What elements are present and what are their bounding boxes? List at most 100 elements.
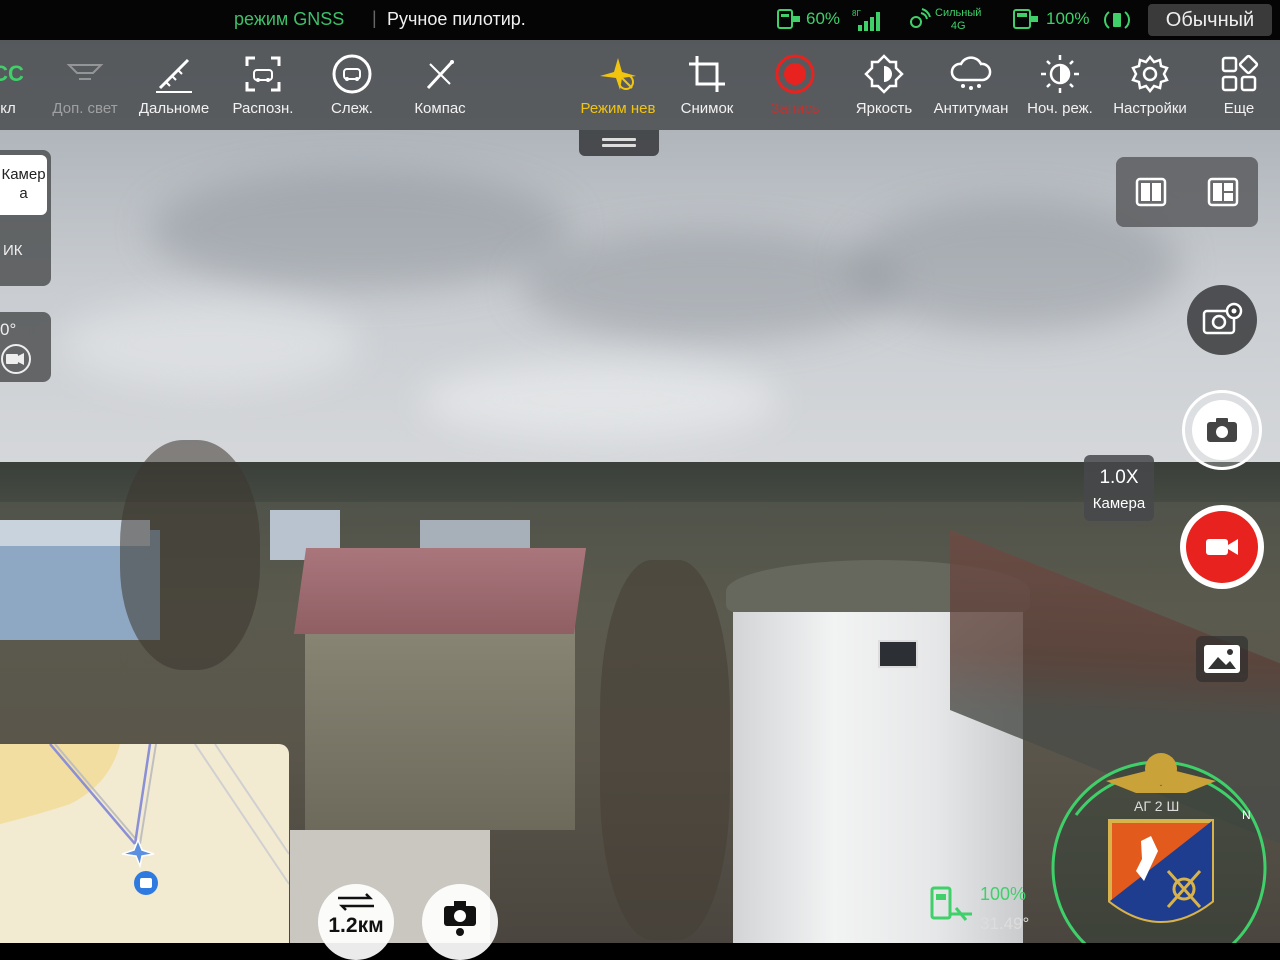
tool-brightness-label: Яркость	[855, 100, 913, 117]
signal-bars-icon: 8Г	[852, 9, 880, 31]
svg-text:N: N	[1242, 808, 1251, 822]
tool-settings[interactable]: Настройки	[1104, 40, 1196, 130]
apartment-roof	[293, 548, 587, 634]
status-separator: |	[372, 8, 377, 28]
tool-compass[interactable]: Компас	[404, 40, 476, 130]
photo-mode-button[interactable]	[1182, 390, 1262, 470]
tool-defog[interactable]: Антитуман	[928, 40, 1014, 130]
camera-settings-button[interactable]	[1187, 285, 1257, 355]
attitude-compass: N АГ 2 Ш	[1046, 753, 1272, 960]
gallery-button[interactable]	[1196, 636, 1248, 682]
tool-defog-label: Антитуман	[933, 100, 1009, 117]
tool-night-mode-label: Ноч. реж.	[1027, 100, 1093, 117]
tower-window	[878, 640, 918, 668]
toolbar-collapse-handle[interactable]	[579, 130, 659, 156]
more-icon	[1221, 54, 1259, 92]
police-emblem-logo: АГ 2 Ш	[1106, 753, 1216, 923]
broadcast-icon	[1104, 11, 1130, 29]
settings-icon	[1131, 54, 1169, 94]
emblem-text: АГ 2 Ш	[1134, 798, 1179, 814]
tool-record-label: Запись	[770, 100, 820, 117]
tool-stealth-mode-label: Режим нев	[580, 100, 656, 117]
controller-battery: 60%	[776, 7, 840, 31]
zoom-indicator[interactable]: 1.0X Камера	[1084, 455, 1154, 521]
tool-snapshot-label: Снимок	[680, 100, 734, 117]
tool-recognition[interactable]: Распозн.	[226, 40, 300, 130]
mini-map[interactable]	[0, 744, 289, 943]
drone-position-icon	[121, 838, 155, 868]
view-layout-switch	[1116, 157, 1258, 227]
gallery-icon	[1204, 645, 1240, 673]
map-camera-toggle[interactable]	[422, 884, 498, 960]
remote-id	[1102, 7, 1132, 33]
signal-strength: 8Г	[852, 7, 886, 33]
profile-mode-button[interactable]: Обычный	[1148, 4, 1272, 36]
record-icon	[775, 54, 815, 94]
tool-rangefinder-label: Дальноме	[138, 100, 210, 117]
top-toolbar: CC кл Доп. свет Дальноме Распозн. Слеж. …	[0, 40, 1280, 130]
signal-quality: Сильный	[935, 7, 982, 19]
record-video-button[interactable]	[1180, 505, 1264, 589]
gimbal-panel: 0°	[0, 312, 51, 382]
drone-battery-icon	[1013, 9, 1038, 29]
snapshot-icon	[689, 56, 725, 92]
aux-light-icon	[66, 64, 104, 80]
trees	[120, 440, 260, 670]
flight-mode: Ручное пилотир.	[387, 9, 526, 29]
tool-ccc[interactable]: CC кл	[0, 40, 28, 130]
telemetry-battery: 100%	[980, 884, 1027, 904]
ir-source-button[interactable]: ИК	[3, 242, 23, 259]
ccc-icon: CC	[0, 61, 24, 86]
tool-compass-label: Компас	[414, 100, 466, 117]
status-bar: режим GNSS | Ручное пилотир. 60% 8Г Силь…	[0, 0, 1280, 40]
split-view-icon[interactable]	[1135, 177, 1167, 207]
telemetry-angle: 31.49°	[980, 914, 1030, 933]
satellite-icon	[910, 8, 931, 28]
tool-ccc-label: кл	[0, 100, 16, 117]
brightness-icon	[864, 54, 904, 94]
tool-record[interactable]: Запись	[762, 40, 828, 130]
network-status: Сильный 4G	[905, 7, 981, 33]
tool-brightness[interactable]: Яркость	[846, 40, 922, 130]
tool-more[interactable]: Еще	[1212, 40, 1266, 130]
rangefinder-icon	[156, 58, 192, 93]
trees	[600, 560, 730, 940]
video-camera-icon	[1206, 539, 1238, 555]
controller-battery-value: 60%	[806, 9, 841, 28]
tool-aux-light[interactable]: Доп. свет	[45, 40, 125, 130]
tracking-icon	[332, 54, 372, 94]
tool-recognition-label: Распозн.	[232, 100, 294, 117]
network-type: 4G	[950, 20, 966, 32]
tool-settings-label: Настройки	[1113, 100, 1187, 117]
pip-view-icon[interactable]	[1207, 177, 1239, 207]
home-point-icon	[134, 871, 158, 895]
camera-toggle-icon	[444, 901, 476, 936]
gnss-mode: режим GNSS	[234, 9, 345, 29]
drone-battery: 100%	[1012, 7, 1089, 31]
night-mode-icon	[1041, 55, 1079, 93]
tool-stealth-mode[interactable]: Режим нев	[572, 40, 664, 130]
gimbal-angle: 0°	[0, 320, 17, 339]
distance-indicator[interactable]: 1.2км	[318, 884, 394, 960]
camera-source-button[interactable]: Камер а	[0, 155, 47, 215]
zoom-value: 1.0X	[1099, 467, 1139, 488]
distance-value: 1.2км	[328, 914, 384, 937]
drone-battery-value: 100%	[1046, 9, 1090, 28]
handle-bars-icon	[602, 138, 636, 147]
compass-icon	[426, 60, 454, 90]
tool-more-label: Еще	[1223, 100, 1255, 117]
zoom-label: Камера	[1092, 495, 1146, 512]
drone-link-icon	[930, 886, 972, 921]
tool-rangefinder[interactable]: Дальноме	[132, 40, 216, 130]
defog-icon	[950, 56, 992, 90]
tool-aux-light-label: Доп. свет	[52, 100, 118, 117]
gimbal-reset-icon[interactable]	[0, 342, 34, 376]
tool-snapshot[interactable]: Снимок	[672, 40, 742, 130]
tool-night-mode[interactable]: Ноч. реж.	[1020, 40, 1100, 130]
tool-tracking[interactable]: Слеж.	[318, 40, 386, 130]
tool-tracking-label: Слеж.	[331, 100, 373, 117]
recognition-icon	[245, 56, 281, 92]
photo-camera-icon	[1207, 418, 1237, 442]
telemetry-readout: 100% 31.49°	[928, 884, 1029, 935]
camera-settings-icon	[1202, 302, 1243, 335]
